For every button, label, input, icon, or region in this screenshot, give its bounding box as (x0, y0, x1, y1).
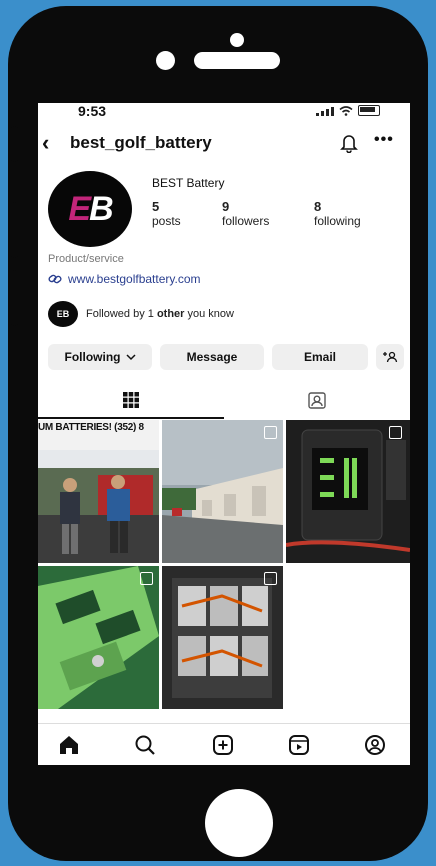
battery-icon (358, 105, 380, 116)
grid-icon (123, 392, 139, 408)
more-options-icon[interactable]: ••• (374, 131, 394, 149)
wifi-icon (339, 106, 353, 116)
post-caption-banner: UM BATTERIES! (352) 8 (38, 422, 144, 433)
silent-switch (11, 126, 18, 162)
add-person-icon (383, 351, 398, 363)
status-time: 9:53 (78, 103, 107, 119)
posts-count: 5 (152, 199, 160, 214)
front-camera (230, 33, 244, 47)
home-button[interactable] (205, 789, 273, 857)
post-thumbnail[interactable] (162, 566, 283, 709)
back-chevron-icon[interactable]: ‹ (42, 131, 49, 155)
followed-by[interactable]: EB Followed by 1 other you know (48, 301, 234, 327)
bell-icon[interactable] (340, 133, 358, 153)
post-thumbnail[interactable] (286, 420, 410, 563)
home-icon[interactable] (58, 734, 80, 756)
profile-name: BEST Battery (152, 176, 225, 190)
profile-header: ‹ best_golf_battery ••• (38, 131, 410, 157)
status-icons (316, 105, 380, 116)
following-stat[interactable]: 8 following (314, 199, 361, 229)
post-image (286, 420, 410, 563)
profile-actions: Following Message Email (48, 344, 404, 370)
chevron-down-icon (125, 353, 136, 360)
tab-grid[interactable] (38, 383, 224, 419)
post-image (38, 420, 159, 563)
tab-tagged[interactable] (224, 383, 410, 417)
followers-stat[interactable]: 9 followers (222, 199, 269, 229)
reels-icon[interactable] (288, 734, 310, 756)
screen: 9:53 ‹ best_golf_battery ••• EB BEST Bat… (38, 103, 410, 765)
multi-photo-icon (140, 572, 153, 585)
followed-by-text: Followed by 1 other you know (86, 308, 234, 320)
earpiece-speaker (194, 52, 280, 69)
signal-icon (316, 107, 334, 116)
post-thumbnail[interactable] (162, 420, 283, 563)
link-icon (48, 274, 62, 284)
profile-handle: best_golf_battery (70, 133, 212, 152)
volume-down-button (11, 270, 18, 326)
multi-photo-icon (264, 426, 277, 439)
posts-label: posts (152, 214, 181, 228)
avatar-logo: EB (68, 189, 113, 228)
bottom-nav (38, 723, 410, 765)
profile-category: Product/service (48, 253, 124, 265)
following-label: following (314, 214, 361, 228)
email-button[interactable]: Email (272, 344, 368, 370)
post-image (162, 420, 283, 563)
sensor (156, 51, 175, 70)
volume-up-button (11, 202, 18, 258)
profile-avatar[interactable]: EB (48, 171, 132, 247)
post-image (162, 566, 283, 709)
post-image (38, 566, 159, 709)
status-bar: 9:53 (38, 103, 410, 123)
following-count: 8 (314, 199, 322, 214)
followers-count: 9 (222, 199, 230, 214)
suggest-people-button[interactable] (376, 344, 404, 370)
post-thumbnail[interactable]: UM BATTERIES! (352) 8 (38, 420, 159, 563)
posts-stat[interactable]: 5 posts (152, 199, 181, 229)
message-button[interactable]: Message (160, 344, 264, 370)
create-post-icon[interactable] (212, 734, 234, 756)
tagged-icon (308, 392, 326, 409)
following-button[interactable]: Following (48, 344, 152, 370)
website-text: www.bestgolfbattery.com (68, 272, 201, 286)
mutual-avatar: EB (48, 301, 78, 327)
profile-website-link[interactable]: www.bestgolfbattery.com (48, 272, 201, 286)
profile-tabs (38, 383, 410, 419)
multi-photo-icon (264, 572, 277, 585)
multi-photo-icon (389, 426, 402, 439)
followers-label: followers (222, 214, 270, 228)
search-icon[interactable] (134, 734, 156, 756)
post-thumbnail[interactable] (38, 566, 159, 709)
profile-icon[interactable] (364, 734, 386, 756)
